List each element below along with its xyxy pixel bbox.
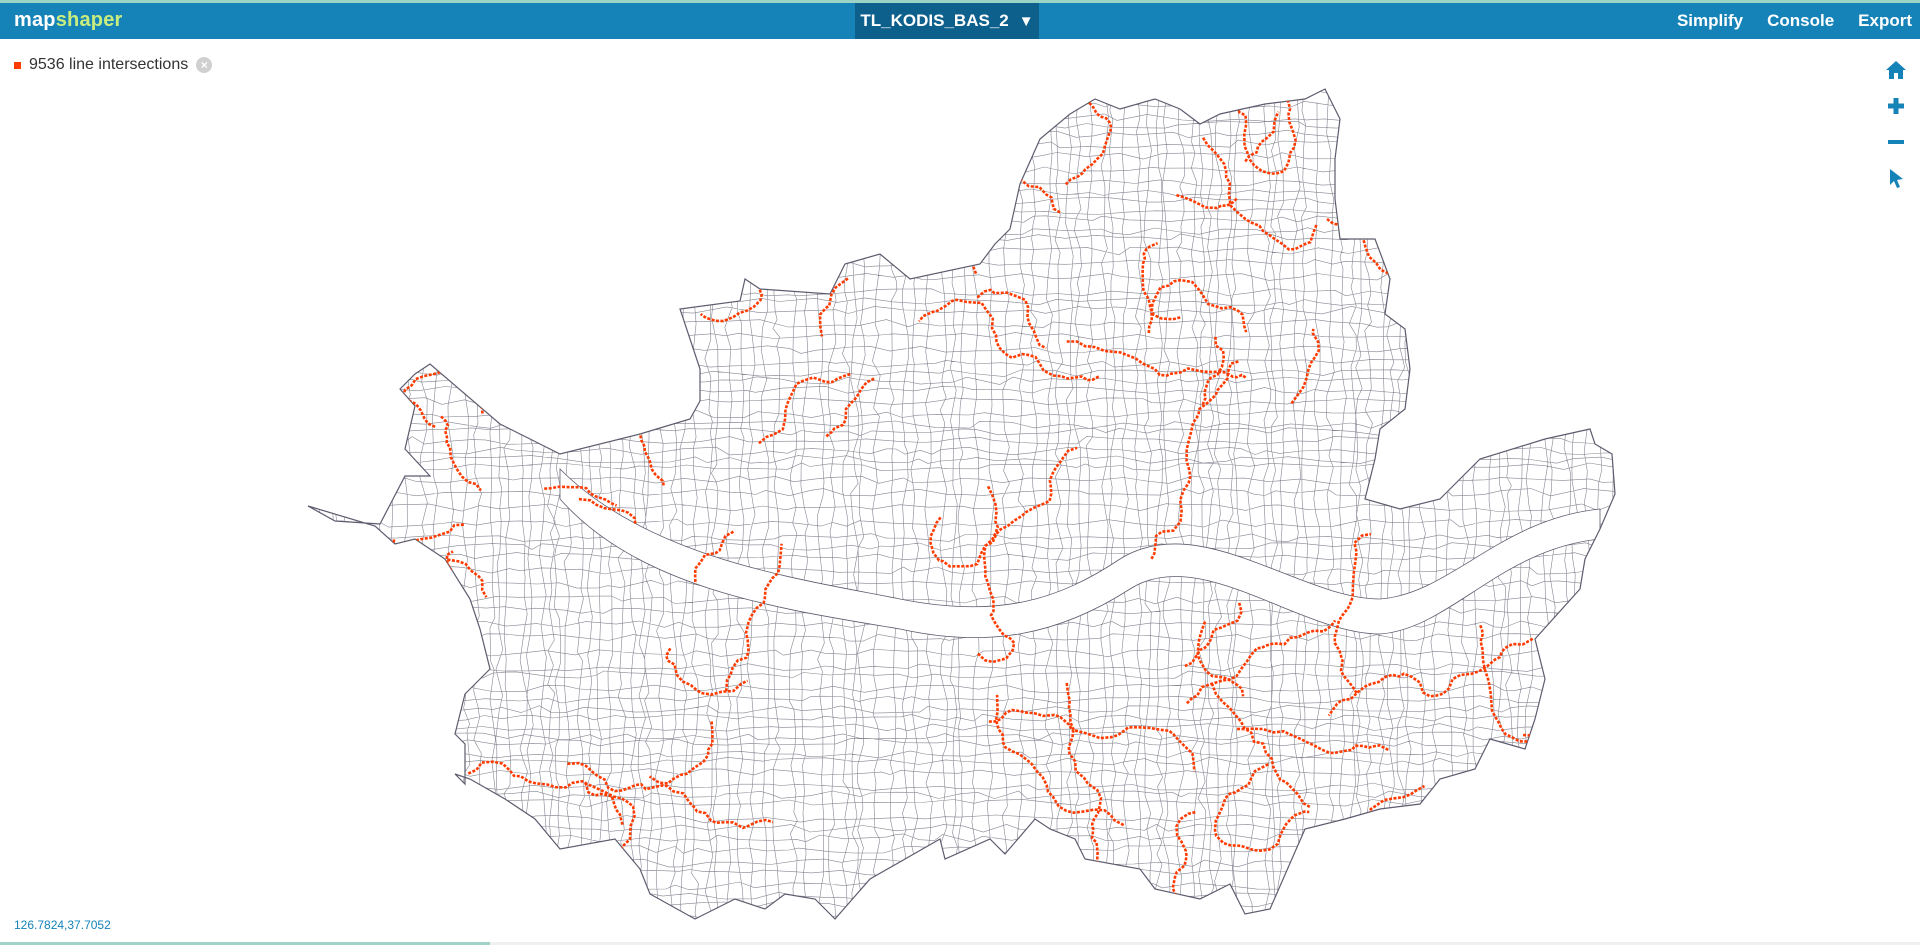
district-boundaries [308,89,1615,919]
zoom-in-button[interactable] [1880,88,1912,124]
layer-name: TL_KODIS_BAS_2 [860,11,1009,30]
zoom-out-icon [1888,140,1904,144]
street-network [308,89,1615,919]
map-svg[interactable] [0,39,1920,937]
layer-selector-button[interactable]: TL_KODIS_BAS_2 ▼ [855,3,1039,39]
pointer-button[interactable] [1880,160,1912,196]
city-outline [307,88,1616,920]
map-canvas[interactable] [0,39,1920,937]
console-button[interactable]: Console [1767,11,1834,31]
coordinate-readout: 126.7824,37.7052 [14,918,111,932]
pointer-icon [1890,169,1903,188]
intersection-info: 9536 line intersections × [14,56,213,74]
home-icon [1886,61,1906,79]
simplify-button[interactable]: Simplify [1677,11,1743,31]
top-menu: Simplify Console Export [1653,3,1912,39]
zoom-out-button[interactable] [1880,124,1912,160]
app-logo: mapshaper [14,9,123,32]
close-icon[interactable]: × [196,57,213,73]
top-bar: mapshaper TL_KODIS_BAS_2 ▼ Simplify Cons… [0,0,1920,39]
home-button[interactable] [1880,52,1912,88]
export-button[interactable]: Export [1858,11,1912,31]
intersection-count-label: 9536 line intersections [29,56,189,73]
zoom-in-icon [1888,98,1904,114]
logo-text-map: map [14,9,56,31]
logo-text-shaper: shaper [55,9,123,31]
caret-down-icon: ▼ [1018,12,1034,30]
intersection-swatch [14,61,21,69]
map-tools [1880,52,1912,196]
